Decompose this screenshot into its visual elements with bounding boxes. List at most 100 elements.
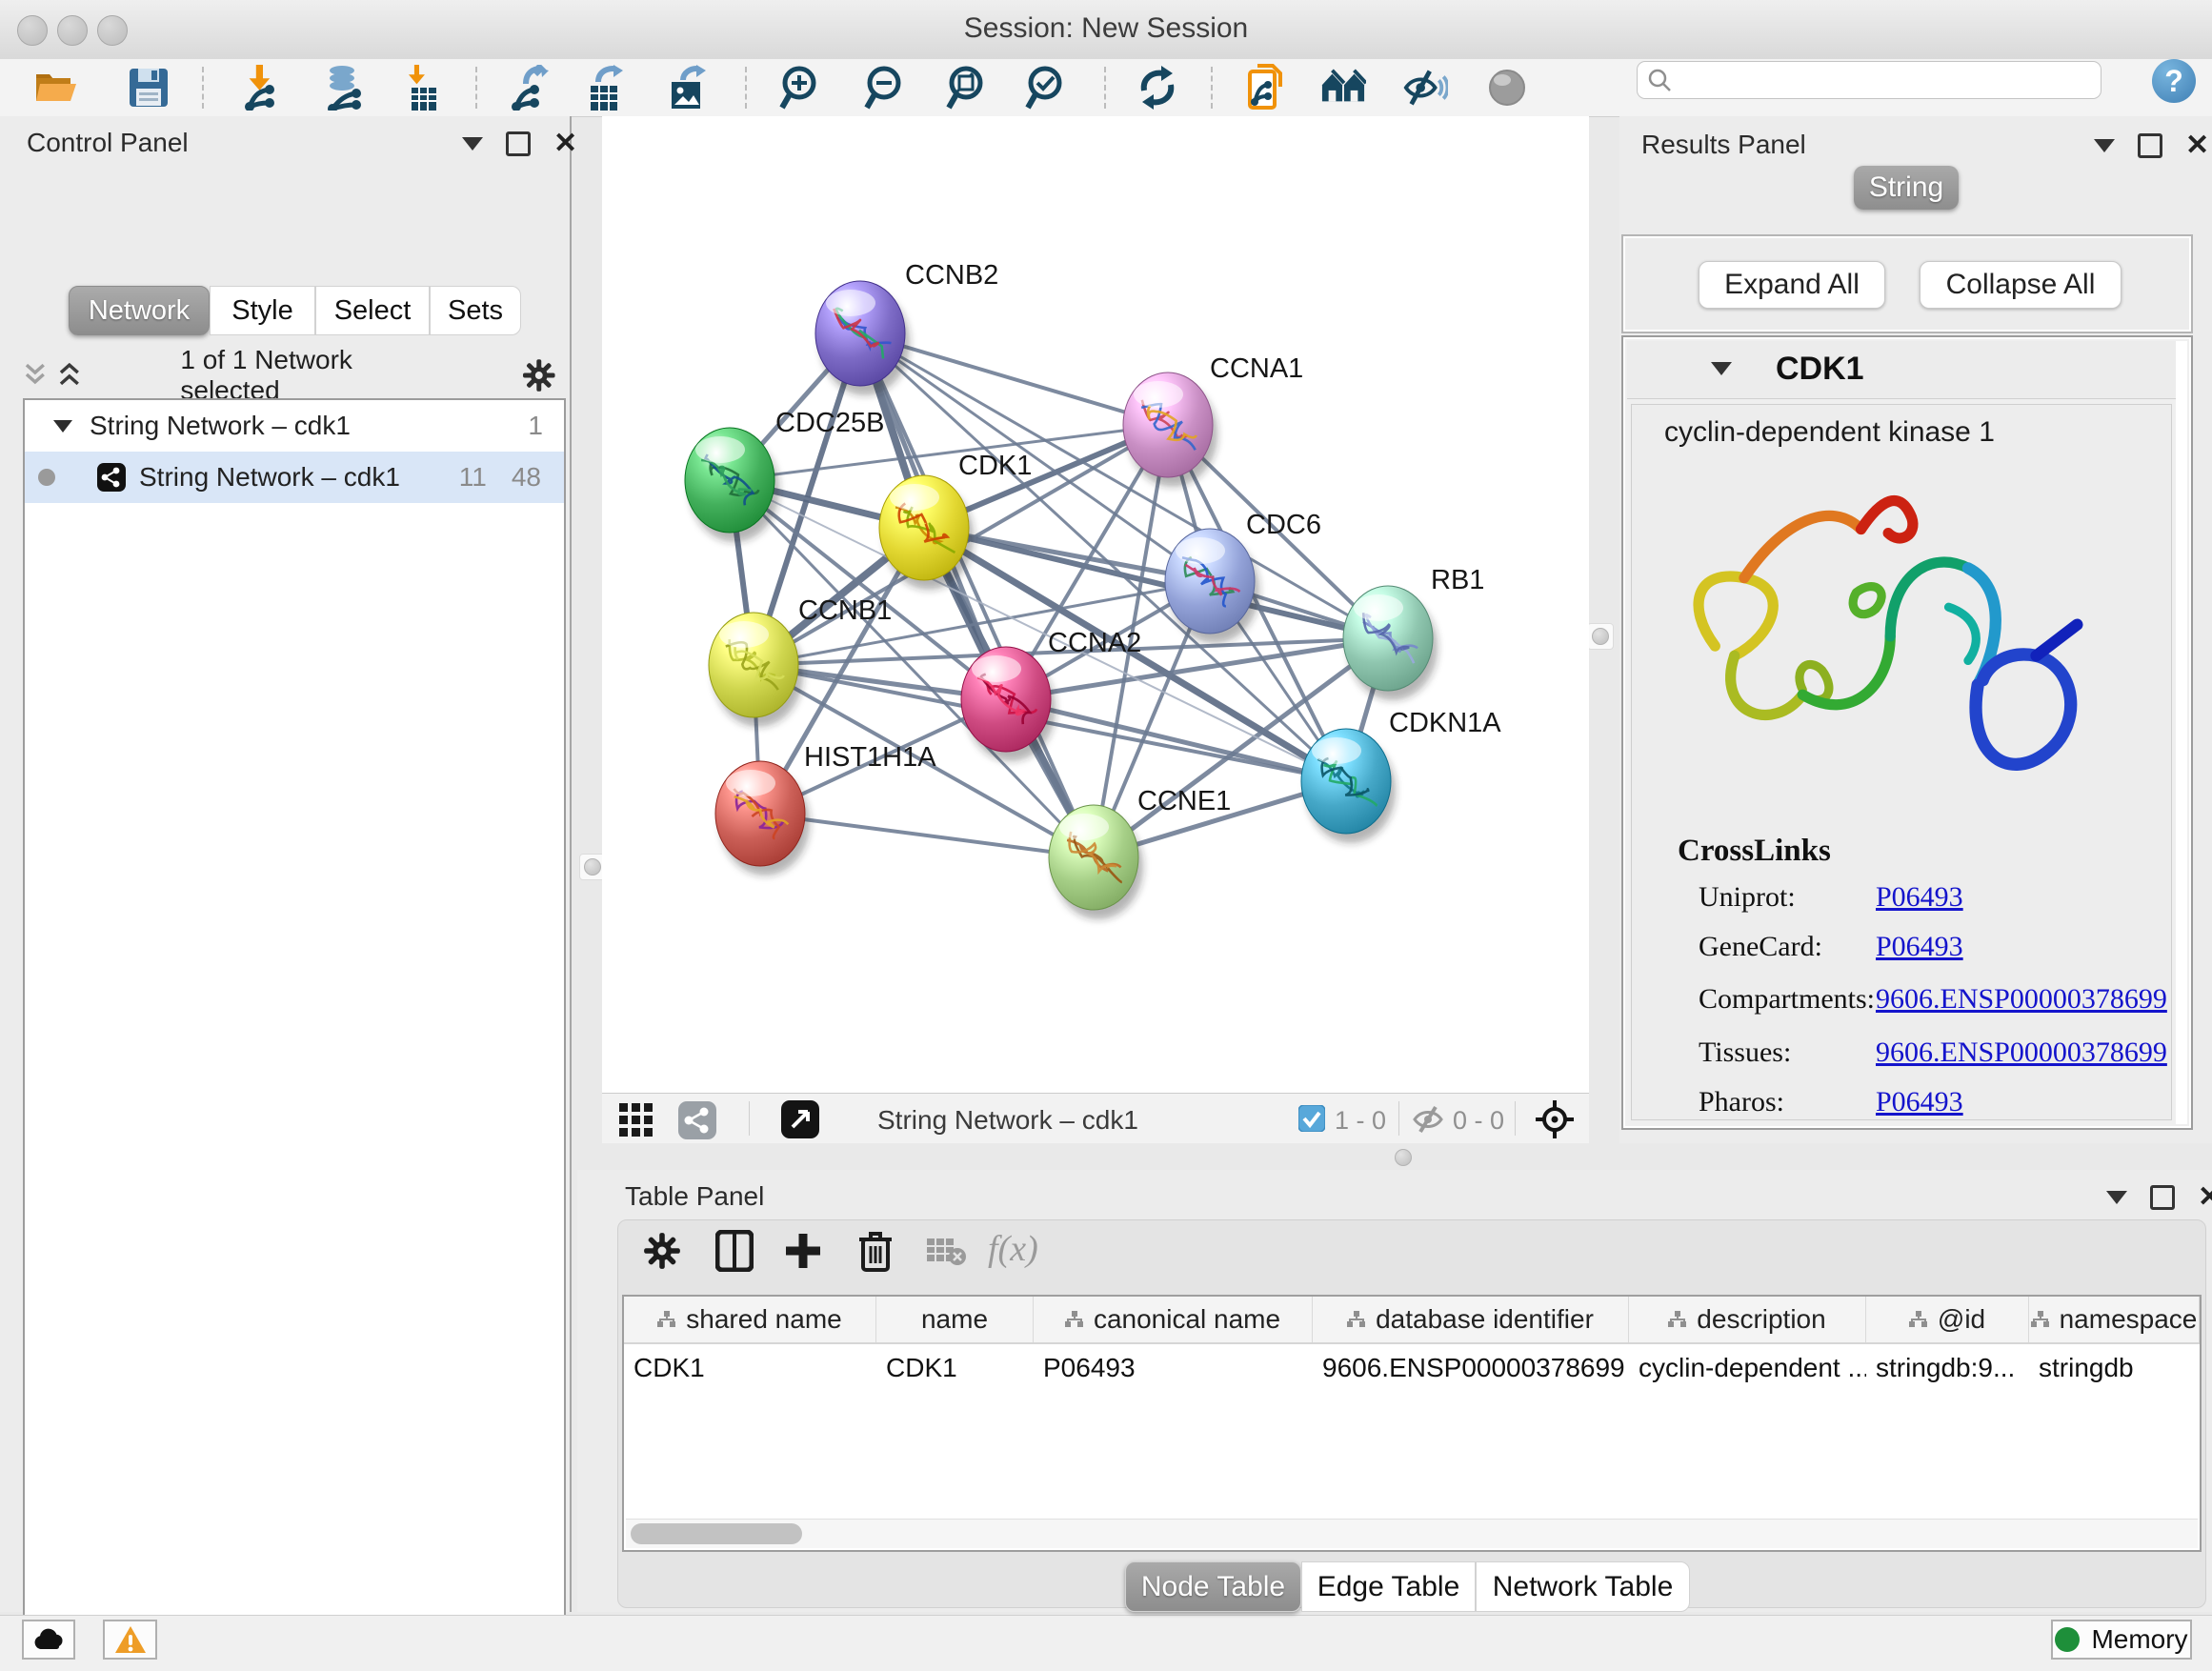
table-horizontal-scrollbar[interactable]	[626, 1519, 2198, 1548]
network-canvas[interactable]: CCNB2CCNA1CDC25BCDK1CDC6RB1CCNB1CCNA2CDK…	[602, 116, 1589, 1093]
tab-sets[interactable]: Sets	[430, 286, 521, 335]
show-panel-button[interactable]	[1484, 65, 1530, 111]
hide-panel-button[interactable]	[1402, 65, 1448, 111]
tab-style[interactable]: Style	[210, 286, 315, 335]
network-node-CCNB2[interactable]	[815, 281, 910, 395]
network-node-CCNE1[interactable]	[1049, 805, 1143, 919]
network-node-RB1[interactable]	[1343, 586, 1438, 700]
table-cell[interactable]: 9606.ENSP00000378699	[1313, 1344, 1629, 1392]
panel-menu-icon[interactable]	[462, 137, 483, 151]
create-column-button[interactable]	[780, 1228, 826, 1274]
result-entry-header[interactable]: CDK1	[1627, 341, 2176, 399]
crosslink-value-link[interactable]: P06493	[1876, 1086, 1963, 1118]
show-columns-button[interactable]	[712, 1228, 757, 1274]
network-view-icon[interactable]	[678, 1101, 716, 1139]
search-box[interactable]	[1637, 61, 2101, 99]
tab-edge-table[interactable]: Edge Table	[1301, 1561, 1476, 1612]
table-cell[interactable]: stringdb	[2029, 1344, 2200, 1392]
scrollbar-thumb[interactable]	[631, 1523, 802, 1544]
tab-network[interactable]: Network	[69, 286, 210, 335]
panel-menu-icon[interactable]	[2106, 1191, 2127, 1204]
column-header-description[interactable]: description	[1629, 1297, 1866, 1342]
column-header--id[interactable]: @id	[1866, 1297, 2029, 1342]
hidden-eye-icon[interactable]	[1412, 1105, 1448, 1134]
float-panel-icon[interactable]	[506, 131, 531, 156]
apply-layout-button[interactable]	[1135, 65, 1180, 111]
crosslink-value-link[interactable]: P06493	[1876, 881, 1963, 914]
table-cell[interactable]: stringdb:9...	[1866, 1344, 2029, 1392]
right-splitter-handle[interactable]	[1587, 623, 1614, 650]
collapse-all-icon[interactable]	[23, 361, 48, 390]
network-options-gear-icon[interactable]	[522, 358, 556, 393]
column-header-name[interactable]: name	[876, 1297, 1034, 1342]
network-node-CDK1[interactable]	[879, 475, 974, 590]
open-session-button[interactable]	[33, 65, 79, 111]
export-network-button[interactable]	[507, 65, 553, 111]
table-cell[interactable]: CDK1	[876, 1344, 1034, 1392]
network-edge-CCNB2-CCNE1[interactable]	[860, 333, 1094, 857]
close-panel-icon[interactable]: ✕	[553, 134, 577, 153]
zoom-fit-button[interactable]	[944, 65, 990, 111]
tab-select[interactable]: Select	[315, 286, 430, 335]
zoom-in-button[interactable]	[777, 65, 823, 111]
function-builder-button[interactable]: f(x)	[988, 1228, 1038, 1270]
expand-all-icon[interactable]	[57, 361, 82, 390]
column-header-canonical-name[interactable]: canonical name	[1034, 1297, 1313, 1342]
import-network-file-button[interactable]	[238, 65, 284, 111]
export-table-button[interactable]	[581, 65, 627, 111]
zoom-out-button[interactable]	[862, 65, 908, 111]
float-panel-icon[interactable]	[2150, 1185, 2175, 1210]
network-collection-row[interactable]: String Network – cdk1 1	[25, 400, 564, 452]
warnings-button[interactable]	[103, 1620, 157, 1660]
export-image-button[interactable]	[664, 65, 710, 111]
tab-node-table[interactable]: Node Table	[1125, 1561, 1301, 1612]
panel-menu-icon[interactable]	[2094, 139, 2115, 152]
grid-view-icon[interactable]	[619, 1103, 654, 1137]
selected-checkbox-icon[interactable]	[1298, 1105, 1325, 1132]
table-row[interactable]: CDK1CDK1P064939606.ENSP00000378699cyclin…	[624, 1344, 2200, 1392]
memory-button[interactable]: Memory	[2051, 1620, 2192, 1660]
float-panel-icon[interactable]	[2138, 133, 2162, 158]
crosslink-value-link[interactable]: 9606.ENSP00000378699	[1876, 1037, 2167, 1069]
table-cell[interactable]: cyclin-dependent ...	[1629, 1344, 1866, 1392]
network-row[interactable]: String Network – cdk1 11 48	[25, 452, 564, 503]
column-header-namespace[interactable]: namespace	[2029, 1297, 2200, 1342]
expand-all-button[interactable]: Expand All	[1699, 261, 1885, 309]
table-options-button[interactable]	[639, 1228, 685, 1274]
first-neighbors-button[interactable]	[1320, 65, 1366, 111]
network-edge-CCNA2-CDKN1A[interactable]	[1006, 699, 1346, 781]
entry-collapse-icon[interactable]	[1711, 362, 1732, 375]
table-cell[interactable]: P06493	[1034, 1344, 1313, 1392]
bottom-splitter-handle[interactable]	[1395, 1149, 1412, 1166]
search-input[interactable]	[1672, 65, 2101, 96]
column-header-shared-name[interactable]: shared name	[624, 1297, 876, 1342]
zoom-selected-button[interactable]	[1023, 65, 1069, 111]
close-panel-icon[interactable]: ✕	[2198, 1188, 2212, 1207]
network-graph[interactable]: CCNB2CCNA1CDC25BCDK1CDC6RB1CCNB1CCNA2CDK…	[602, 116, 1589, 1093]
network-node-CDKN1A[interactable]	[1301, 729, 1396, 843]
help-button[interactable]: ?	[2152, 59, 2196, 103]
tab-string[interactable]: String	[1854, 166, 1959, 210]
network-node-CCNA1[interactable]	[1123, 372, 1217, 487]
network-node-CCNA2[interactable]	[961, 647, 1056, 761]
import-table-button[interactable]	[396, 65, 442, 111]
results-scrollbar[interactable]	[2176, 341, 2187, 1124]
delete-column-button[interactable]	[853, 1228, 898, 1274]
import-network-database-button[interactable]	[320, 65, 366, 111]
network-node-HIST1H1A[interactable]	[715, 761, 810, 876]
collection-expand-icon[interactable]	[53, 420, 72, 433]
collapse-all-button[interactable]: Collapse All	[1920, 261, 2122, 309]
save-session-button[interactable]	[126, 65, 171, 111]
column-header-database-identifier[interactable]: database identifier	[1313, 1297, 1629, 1342]
fit-content-crosshair-icon[interactable]	[1534, 1098, 1576, 1140]
close-panel-icon[interactable]: ✕	[2185, 136, 2209, 155]
network-edge-CCNE1-HIST1H1A[interactable]	[760, 814, 1094, 857]
cloud-status-button[interactable]	[22, 1620, 75, 1660]
clone-network-button[interactable]	[1243, 65, 1289, 111]
table-cell[interactable]: CDK1	[624, 1344, 876, 1392]
crosslink-value-link[interactable]: P06493	[1876, 931, 1963, 963]
birds-eye-view-icon[interactable]	[781, 1100, 819, 1138]
tab-network-table[interactable]: Network Table	[1476, 1561, 1690, 1612]
network-node-CCNB1[interactable]	[709, 613, 803, 727]
crosslink-value-link[interactable]: 9606.ENSP00000378699	[1876, 983, 2167, 1016]
